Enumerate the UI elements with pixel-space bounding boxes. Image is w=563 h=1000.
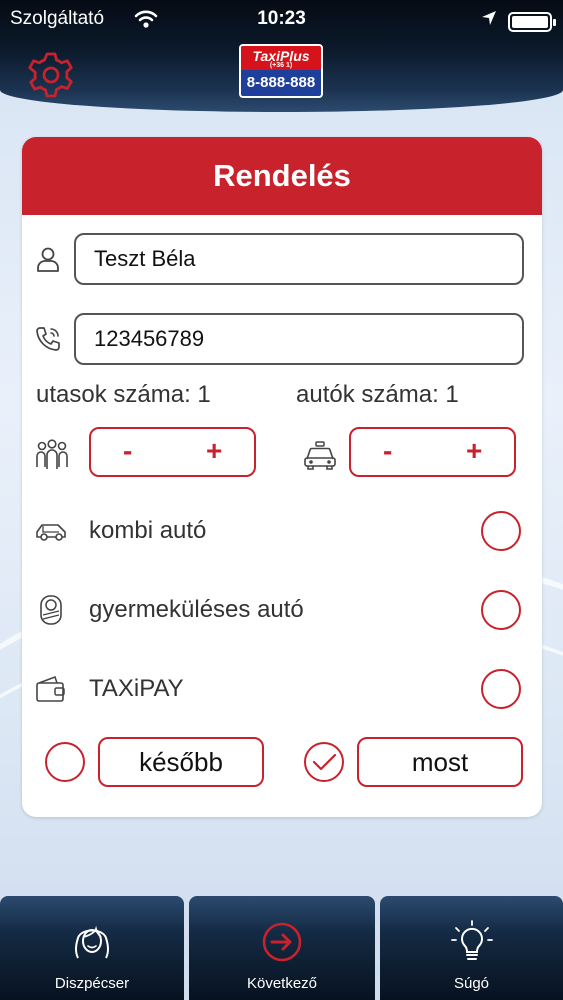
- order-card: Rendelés Teszt Béla 123456789 utasok szá…: [22, 137, 542, 817]
- phone-icon: [36, 327, 60, 351]
- option-label: gyermeküléses autó: [89, 596, 304, 623]
- person-icon: [37, 247, 59, 272]
- cars-minus-button[interactable]: -: [383, 435, 392, 467]
- tab-dispatcher[interactable]: Diszpécser: [0, 896, 184, 1000]
- option-estate-car[interactable]: kombi autó: [22, 509, 542, 553]
- tab-label: Súgó: [453, 975, 490, 992]
- tab-next[interactable]: Következő: [189, 896, 375, 1000]
- status-bar: Szolgáltató 10:23: [0, 6, 563, 34]
- location-arrow-icon: [482, 11, 496, 25]
- clock: 10:23: [257, 8, 306, 29]
- app-header: Szolgáltató 10:23 TaxiPlus (+36 1) 8-888…: [0, 0, 563, 112]
- lightbulb-icon: [450, 920, 493, 960]
- woman-face-icon: [75, 925, 109, 959]
- passengers-group-icon: [36, 439, 68, 469]
- passengers-plus-button[interactable]: +: [206, 435, 222, 467]
- card-title: Rendelés: [22, 137, 542, 215]
- cars-count-label: autók száma: 1: [296, 381, 459, 408]
- taxi-car-icon: [304, 441, 336, 470]
- taxiplus-logo: TaxiPlus (+36 1) 8-888-888: [239, 44, 323, 98]
- passengers-count-label: utasok száma: 1: [36, 381, 211, 408]
- cars-plus-button[interactable]: +: [466, 435, 482, 467]
- option-child-seat-car[interactable]: gyermeküléses autó: [22, 588, 542, 632]
- cars-stepper: - +: [349, 427, 516, 477]
- now-button[interactable]: most: [357, 737, 523, 787]
- later-radio[interactable]: [45, 742, 85, 782]
- wallet-icon: [36, 676, 65, 702]
- phone-input[interactable]: 123456789: [74, 313, 524, 365]
- estate-car-radio[interactable]: [481, 511, 521, 551]
- option-label: kombi autó: [89, 517, 207, 544]
- taxipay-radio[interactable]: [481, 669, 521, 709]
- child-seat-radio[interactable]: [481, 590, 521, 630]
- arrow-right-circle-icon: [262, 922, 302, 962]
- baby-icon: [40, 595, 62, 625]
- option-taxipay[interactable]: TAXiPAY: [22, 667, 542, 711]
- name-row: Teszt Béla: [22, 233, 542, 285]
- logo-phone: 8-888-888: [246, 74, 316, 91]
- checkmark-icon: [312, 753, 337, 771]
- passengers-minus-button[interactable]: -: [123, 435, 132, 467]
- logo-prefix: (+36 1): [269, 62, 293, 69]
- tab-label: Következő: [246, 975, 318, 992]
- bottom-tab-bar: Diszpécser Következő Súgó: [0, 896, 563, 1000]
- now-radio[interactable]: [304, 742, 344, 782]
- tab-label: Diszpécser: [54, 975, 130, 992]
- battery-icon: [508, 12, 556, 32]
- estate-car-icon: [36, 524, 66, 541]
- passengers-stepper: - +: [89, 427, 256, 477]
- tab-help[interactable]: Súgó: [380, 896, 563, 1000]
- option-label: TAXiPAY: [89, 675, 184, 702]
- settings-gear-icon[interactable]: [26, 50, 76, 100]
- name-input[interactable]: Teszt Béla: [74, 233, 524, 285]
- later-button[interactable]: később: [98, 737, 264, 787]
- phone-row: 123456789: [22, 313, 542, 365]
